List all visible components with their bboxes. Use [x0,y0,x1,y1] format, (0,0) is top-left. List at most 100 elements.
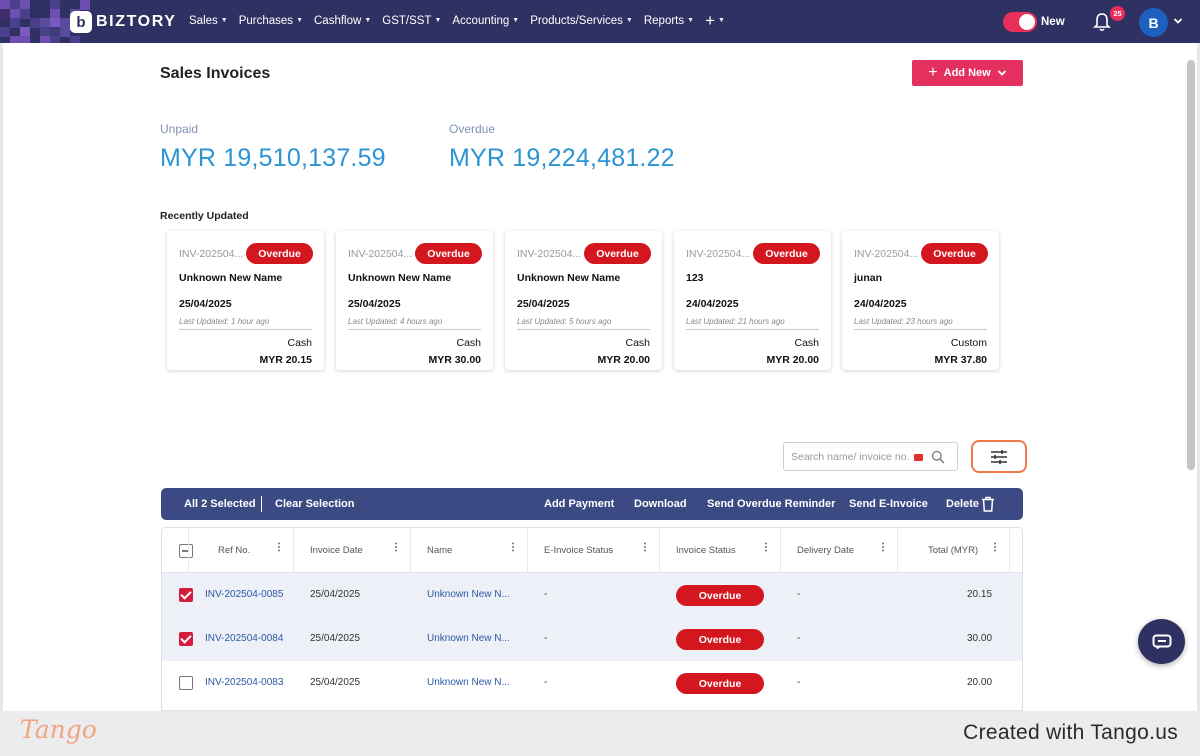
divider [517,329,650,330]
delete-button[interactable]: Delete [946,498,979,510]
column-total[interactable]: Total (MYR) ⋮ [898,528,1010,573]
mosaic-tile [80,0,90,10]
new-ui-toggle[interactable] [1003,12,1037,32]
card-payment-method: Custom [950,337,987,349]
add-payment-button[interactable]: Add Payment [544,498,614,510]
search-input[interactable]: Search name/ invoice no. [783,442,958,471]
recent-invoice-card[interactable]: INV-202504... Overdue Unknown New Name 2… [505,231,662,370]
ref-link[interactable]: INV-202504-0083 [205,677,283,688]
brand-logo[interactable]: b BIZTORY [70,11,177,33]
add-new-button[interactable]: + Add New [912,60,1023,86]
status-badge: Overdue [415,243,482,264]
menu-products-services[interactable]: Products/Services ▼ [530,14,633,27]
card-ref: INV-202504... [179,248,244,260]
card-payment-method: Cash [456,337,481,349]
trash-icon[interactable] [981,496,995,512]
column-menu-icon[interactable]: ⋮ [878,543,888,553]
brand-name: BIZTORY [96,13,177,30]
card-date: 24/04/2025 [686,298,739,310]
column-ref-no[interactable]: Ref No. ⋮ [188,528,294,573]
menu-reports[interactable]: Reports ▼ [644,14,694,27]
user-avatar[interactable]: B [1139,8,1168,37]
column-menu-icon[interactable]: ⋮ [274,543,284,553]
filter-button[interactable] [971,440,1027,473]
column-menu-icon[interactable]: ⋮ [761,543,771,553]
row-total: 20.15 [967,589,993,600]
column-menu-icon[interactable]: ⋮ [508,543,518,553]
card-payment-method: Cash [625,337,650,349]
ref-link[interactable]: INV-202504-0085 [205,589,283,600]
divider [348,329,481,330]
caret-down-icon: ▼ [296,17,303,24]
menu-cashflow[interactable]: Cashflow ▼ [314,14,371,27]
caret-down-icon: ▼ [220,17,228,24]
menu-gst-sst[interactable]: GST/SST ▼ [382,14,441,27]
card-last-updated: Last Updated: 4 hours ago [348,317,443,326]
recent-invoice-card[interactable]: INV-202504... Overdue Unknown New Name 2… [336,231,493,370]
menu-label: Products/Services [530,14,623,27]
all-selected-label: All 2 Selected [184,498,256,510]
column-delivery-date[interactable]: Delivery Date ⋮ [781,528,898,573]
chat-button[interactable] [1138,619,1185,664]
recent-invoice-card[interactable]: INV-202504... Overdue Unknown New Name 2… [167,231,324,370]
notification-badge: 25 [1110,6,1125,21]
mosaic-tile [70,36,80,43]
card-ref: INV-202504... [854,248,919,260]
column-menu-icon[interactable]: ⋮ [391,543,401,553]
table-row[interactable]: INV-202504-0085 25/04/2025 Unknown New N… [162,573,1022,617]
menu-label: Purchases [238,14,294,27]
plus-icon: + [705,11,716,30]
clear-selection-button[interactable]: Clear Selection [275,498,354,510]
caret-down-icon: ▼ [687,17,695,24]
column-einvoice-status[interactable]: E-Invoice Status ⋮ [528,528,660,573]
card-date: 25/04/2025 [348,298,401,310]
table-row[interactable]: INV-202504-0083 25/04/2025 Unknown New N… [162,661,1022,705]
search-placeholder: Search name/ invoice no. [791,450,910,463]
page-scrollbar[interactable] [1187,60,1195,470]
toggle-label: New [1041,16,1065,28]
column-menu-icon[interactable]: ⋮ [640,543,650,553]
mosaic-tile [50,36,60,43]
column-label: Name [427,545,453,556]
select-all-cell [162,528,193,573]
tango-logo: Tango [20,715,97,744]
chevron-down-icon [997,70,1006,76]
column-invoice-status[interactable]: Invoice Status ⋮ [660,528,781,573]
customer-link[interactable]: Unknown New N... [427,633,510,644]
row-checkbox[interactable] [179,588,193,602]
send-overdue-reminder-button[interactable]: Send Overdue Reminder [707,498,835,510]
menu-label: Reports [643,14,685,27]
menu-label: Accounting [452,14,510,27]
menu-accounting[interactable]: Accounting ▼ [452,14,519,27]
card-date: 25/04/2025 [517,298,570,310]
customer-link[interactable]: Unknown New N... [427,677,510,688]
einvoice-status: - [544,677,548,688]
card-ref: INV-202504... [517,248,582,260]
chevron-down-icon[interactable] [1173,16,1183,26]
menu-quick-add[interactable]: + ▼ [705,11,725,30]
mosaic-tile [20,9,30,19]
mosaic-tile [20,36,30,43]
menu-sales[interactable]: Sales ▼ [189,14,228,27]
column-invoice-date[interactable]: Invoice Date ⋮ [294,528,411,573]
einvoice-status: - [544,633,548,644]
recent-invoice-card[interactable]: INV-202504... Overdue 123 24/04/2025 Las… [674,231,831,370]
ref-link[interactable]: INV-202504-0084 [205,633,283,644]
table-header: Ref No. ⋮ Invoice Date ⋮ Name ⋮ E-Invoice S… [162,528,1022,573]
row-checkbox[interactable] [179,676,193,690]
recent-invoice-card[interactable]: INV-202504... Overdue junan 24/04/2025 L… [842,231,999,370]
download-button[interactable]: Download [634,498,687,510]
row-checkbox[interactable] [179,632,193,646]
card-ref: INV-202504... [686,248,751,260]
bell-icon[interactable] [1093,12,1111,32]
column-menu-icon[interactable]: ⋮ [990,543,1000,553]
table-row[interactable]: INV-202504-0084 25/04/2025 Unknown New N… [162,617,1022,661]
customer-link[interactable]: Unknown New N... [427,589,510,600]
divider [179,329,312,330]
search-icon[interactable] [931,450,945,464]
column-name[interactable]: Name ⋮ [411,528,528,573]
caret-down-icon: ▼ [364,17,372,24]
send-einvoice-button[interactable]: Send E-Invoice [849,498,928,510]
delivery-date: - [797,633,801,644]
menu-purchases[interactable]: Purchases ▼ [239,14,303,27]
